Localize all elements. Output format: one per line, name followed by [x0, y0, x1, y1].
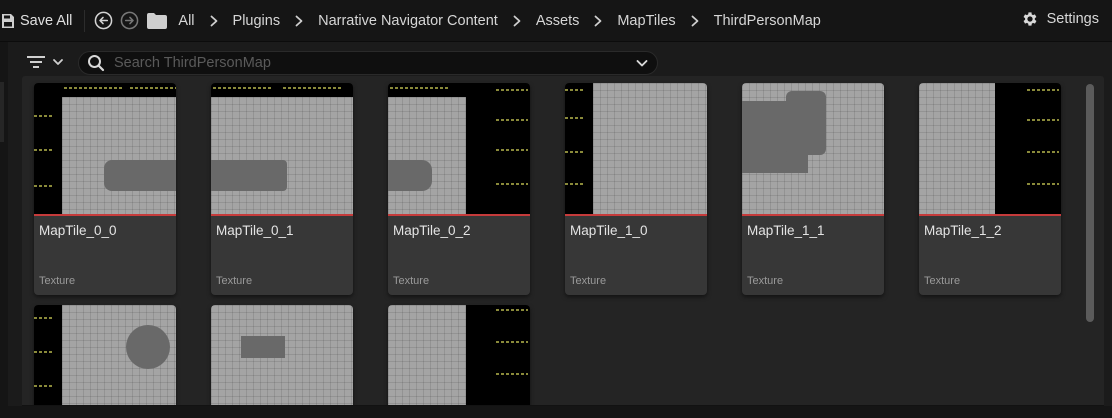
search-input[interactable] — [114, 55, 634, 71]
asset-tile[interactable] — [388, 305, 530, 408]
asset-thumbnail — [34, 83, 176, 215]
save-all-button[interactable]: Save All — [0, 6, 76, 36]
asset-name: MapTile_1_0 — [570, 223, 648, 238]
asset-name: MapTile_1_1 — [747, 223, 825, 238]
asset-name: MapTile_0_1 — [216, 223, 294, 238]
asset-tile[interactable]: MapTile_0_1 Texture — [211, 83, 353, 295]
breadcrumb-narrative-navigator-content[interactable]: Narrative Navigator Content — [315, 13, 501, 29]
breadcrumb: All Plugins Narrative Navigator Content … — [175, 13, 823, 29]
settings-button[interactable]: Settings — [1021, 10, 1099, 28]
asset-name: MapTile_0_0 — [39, 223, 117, 238]
breadcrumb-assets[interactable]: Assets — [533, 13, 583, 29]
folder-icon — [147, 12, 168, 29]
filter-button[interactable] — [26, 52, 70, 72]
search-box — [78, 51, 658, 75]
asset-tile-accent — [211, 214, 353, 216]
asset-thumbnail — [34, 305, 176, 408]
save-all-label: Save All — [20, 12, 73, 29]
asset-thumbnail — [211, 305, 353, 408]
forward-button[interactable] — [119, 11, 139, 31]
chevron-right-icon[interactable] — [688, 14, 702, 28]
left-edge-strip — [0, 42, 8, 418]
chevron-right-icon[interactable] — [591, 14, 605, 28]
asset-tile[interactable]: MapTile_1_0 Texture — [565, 83, 707, 295]
chevron-down-icon — [53, 59, 63, 65]
forward-arrow-icon — [120, 11, 139, 30]
breadcrumb-thirdpersonmap[interactable]: ThirdPersonMap — [711, 13, 824, 29]
asset-thumbnail — [919, 83, 1061, 215]
asset-thumbnail — [211, 83, 353, 215]
left-edge-notch — [0, 82, 4, 142]
asset-tile[interactable] — [34, 305, 176, 408]
asset-tile[interactable]: MapTile_0_2 Texture — [388, 83, 530, 295]
asset-tile-accent — [919, 214, 1061, 216]
asset-thumbnail — [388, 305, 530, 408]
settings-label: Settings — [1046, 11, 1099, 27]
back-button[interactable] — [93, 11, 113, 31]
asset-type: Texture — [924, 275, 961, 287]
gear-icon — [1023, 12, 1037, 26]
filter-icon — [27, 56, 45, 68]
chevron-right-icon[interactable] — [510, 14, 524, 28]
asset-tile-accent — [565, 214, 707, 216]
breadcrumb-maptiles[interactable]: MapTiles — [614, 13, 678, 29]
asset-thumbnail — [565, 83, 707, 215]
breadcrumb-all[interactable]: All — [175, 13, 197, 29]
asset-tile[interactable] — [211, 305, 353, 408]
bottom-strip — [0, 406, 1112, 418]
asset-grid: MapTile_0_0 Texture MapTile_0_1 Texture … — [22, 76, 1104, 408]
breadcrumb-plugins[interactable]: Plugins — [230, 13, 284, 29]
asset-tile[interactable]: MapTile_1_2 Texture — [919, 83, 1061, 295]
chevron-right-icon[interactable] — [207, 14, 221, 28]
asset-tile-accent — [742, 214, 884, 216]
asset-thumbnail — [388, 83, 530, 215]
toolbar: Save All All Plugins Narrative Navigator… — [0, 0, 1112, 42]
asset-tile[interactable]: MapTile_1_1 Texture — [742, 83, 884, 295]
asset-name: MapTile_0_2 — [393, 223, 471, 238]
asset-tile[interactable]: MapTile_0_0 Texture — [34, 83, 176, 295]
toolbar-divider — [84, 9, 86, 32]
asset-type: Texture — [393, 275, 430, 287]
asset-tile-accent — [388, 214, 530, 216]
asset-type: Texture — [570, 275, 607, 287]
asset-tile-accent — [34, 214, 176, 216]
asset-type: Texture — [747, 275, 784, 287]
chevron-right-icon[interactable] — [292, 14, 306, 28]
asset-type: Texture — [39, 275, 76, 287]
save-icon — [2, 13, 14, 28]
asset-name: MapTile_1_2 — [924, 223, 1002, 238]
back-arrow-icon — [94, 11, 113, 30]
asset-thumbnail — [742, 83, 884, 215]
search-icon — [88, 55, 105, 72]
search-history-dropdown-icon[interactable] — [635, 56, 649, 70]
vertical-scrollbar[interactable] — [1086, 84, 1094, 322]
asset-type: Texture — [216, 275, 253, 287]
